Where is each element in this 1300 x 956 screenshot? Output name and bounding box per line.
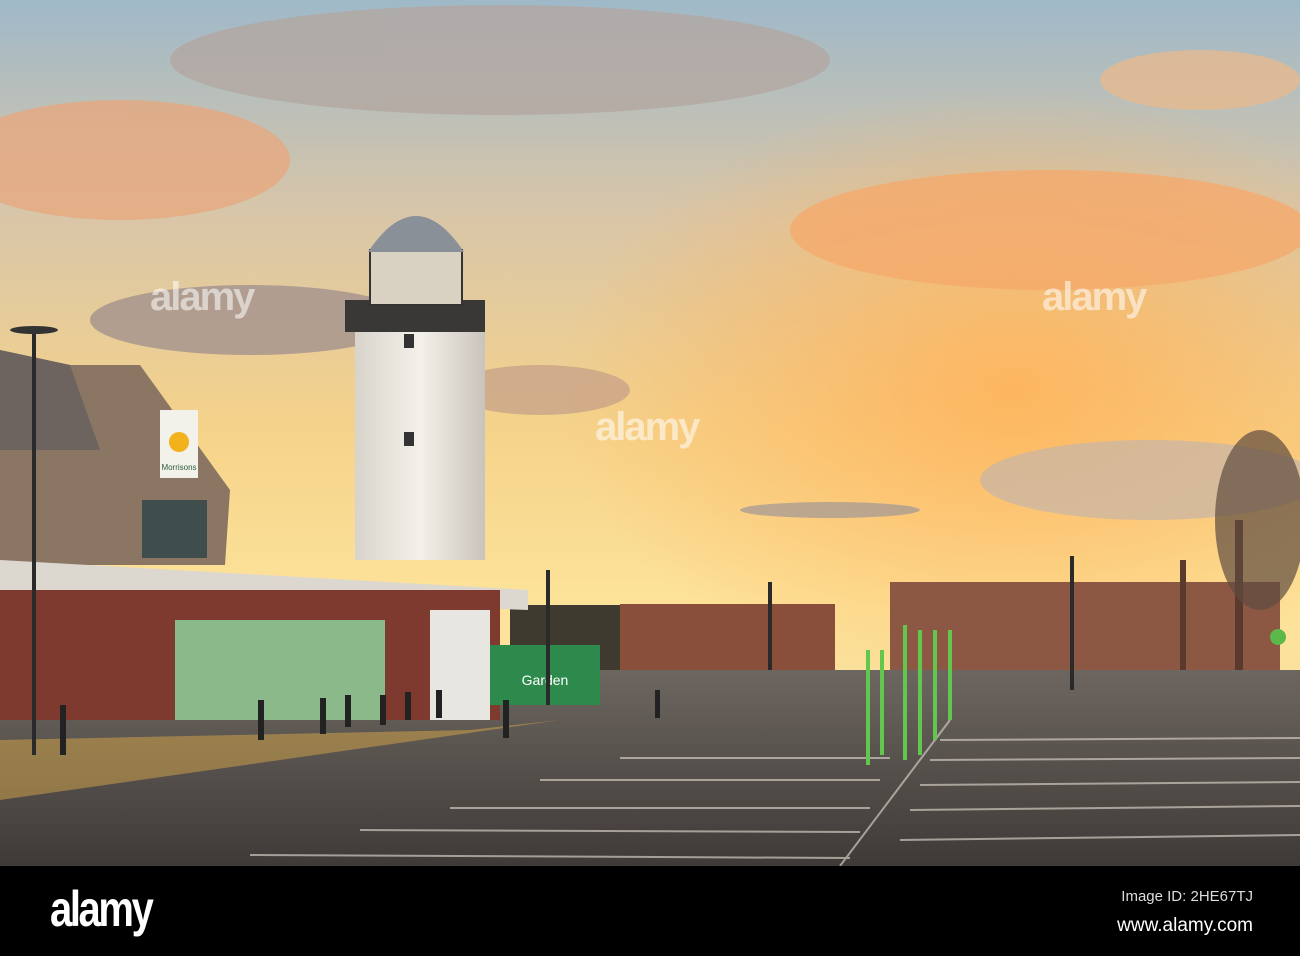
green-sign-icon <box>1270 629 1286 645</box>
alamy-logo: alamy <box>50 881 154 937</box>
store-sign: Morrisons <box>161 463 196 472</box>
apartment-block-left <box>620 604 835 674</box>
garden-sign: Garden <box>522 672 569 688</box>
site-url: www.alamy.com <box>1117 915 1253 936</box>
watermark-text: alamy <box>1042 275 1147 319</box>
morrisons-logo-icon <box>169 432 189 452</box>
watermark-text: alamy <box>150 275 255 319</box>
watermark-text: alamy <box>595 405 700 449</box>
footer-bar: alamy Image ID: 2HE67TJ www.alamy.com <box>0 866 1300 956</box>
image-id: Image ID: 2HE67TJ <box>1121 888 1253 905</box>
